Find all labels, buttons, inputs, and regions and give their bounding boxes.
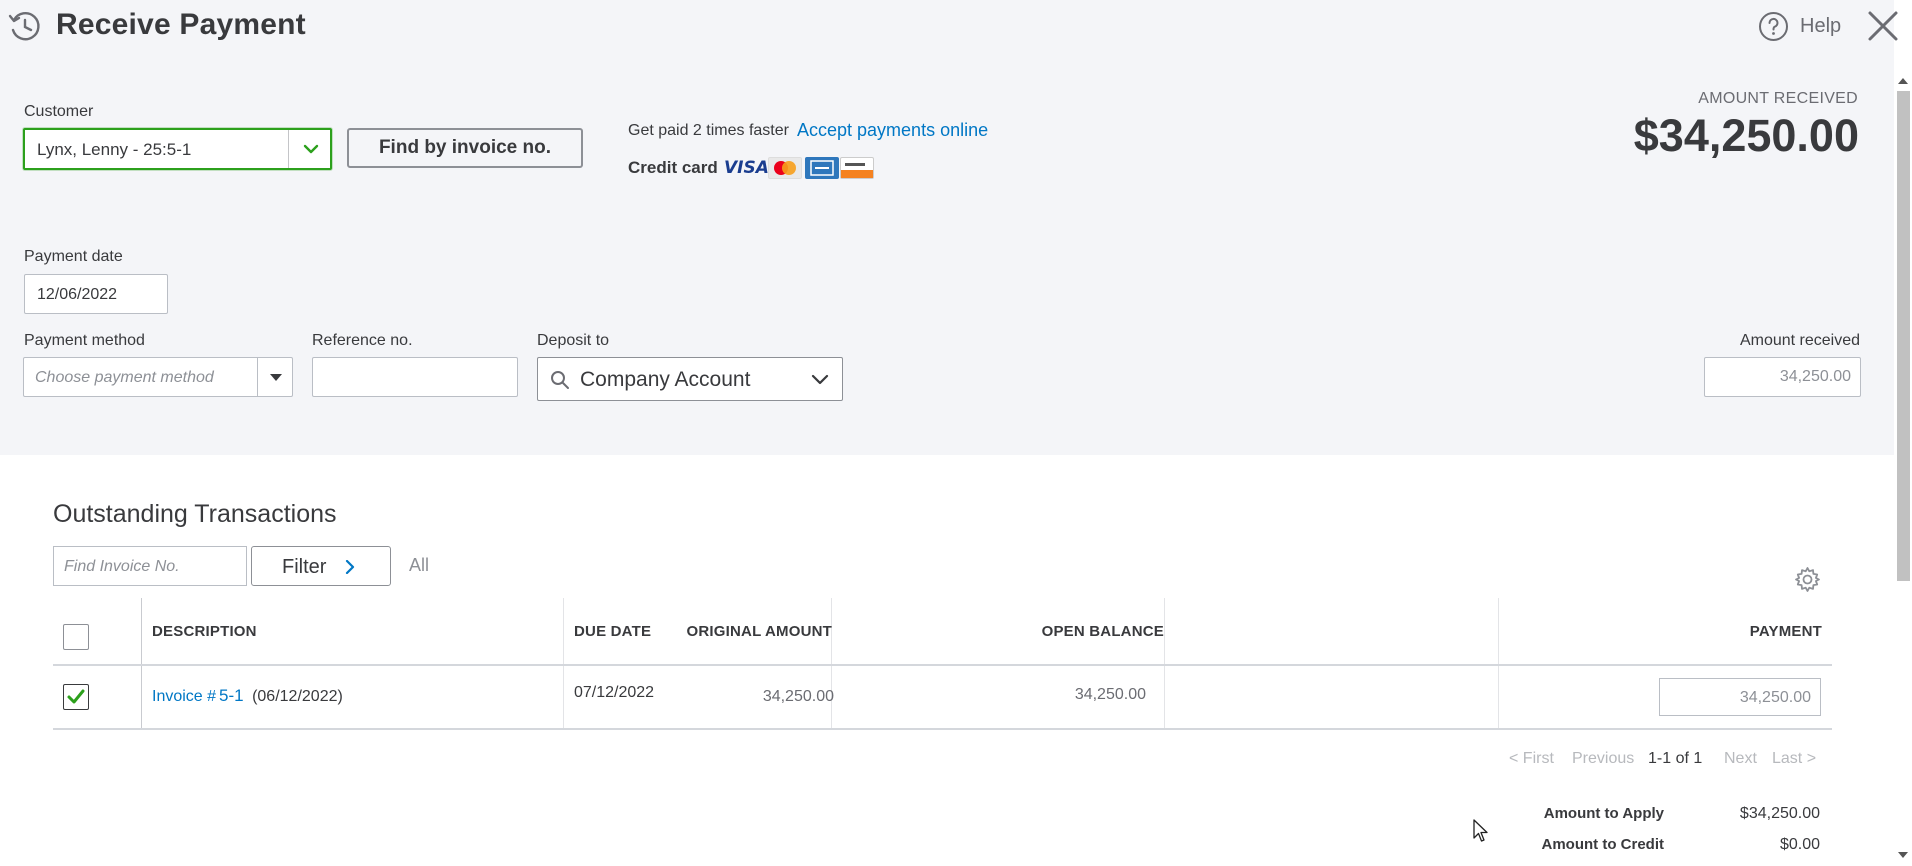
pager-previous[interactable]: Previous	[1572, 750, 1634, 768]
select-all-checkbox[interactable]	[63, 624, 89, 650]
invoice-date: (06/12/2022)	[252, 688, 343, 705]
discover-icon	[840, 157, 874, 179]
amount-received-caption: AMOUNT RECEIVED	[1698, 90, 1858, 107]
close-icon[interactable]	[1866, 9, 1900, 43]
payment-date-label: Payment date	[24, 248, 123, 265]
payment-method-placeholder: Choose payment method	[35, 369, 214, 386]
gear-icon[interactable]	[1794, 566, 1821, 593]
amount-to-apply-value: $34,250.00	[1739, 805, 1820, 822]
mastercard-icon	[768, 157, 802, 179]
row-description: Invoice #5-1 (06/12/2022)	[152, 686, 343, 706]
pager-range: 1-1 of 1	[1648, 750, 1703, 767]
deposit-to-value: Company Account	[580, 368, 751, 391]
column-header-due-date[interactable]: DUE DATE	[574, 623, 651, 640]
payment-date-value: 12/06/2022	[37, 286, 118, 303]
question-circle-icon[interactable]	[1758, 11, 1789, 42]
header-divider	[53, 664, 1832, 666]
row-original-amount: 34,250.00	[762, 688, 834, 705]
search-icon	[551, 371, 569, 389]
amount-received-total: $34,250.00	[1633, 110, 1859, 161]
caret-down-icon[interactable]	[270, 374, 282, 381]
checkmark-icon	[67, 689, 85, 704]
row-payment-value: 34,250.00	[1739, 689, 1811, 706]
pager-last[interactable]: Last >	[1772, 750, 1816, 768]
combo-divider	[257, 358, 258, 396]
deposit-to-select[interactable]: Company Account	[537, 357, 843, 401]
mouse-pointer-icon	[1473, 819, 1488, 842]
outstanding-transactions-title: Outstanding Transactions	[53, 500, 337, 528]
reference-no-field[interactable]	[312, 357, 518, 397]
customer-select[interactable]: Lynx, Lenny - 25:5-1	[23, 128, 332, 170]
table-bottom-border	[53, 728, 1832, 730]
pager-first[interactable]: < First	[1509, 750, 1554, 768]
filter-all-label: All	[409, 555, 430, 575]
customer-label: Customer	[24, 103, 94, 120]
scroll-thumb[interactable]	[1897, 91, 1910, 581]
accept-payments-online-link[interactable]: Accept payments online	[797, 120, 988, 141]
reference-label: Reference no.	[312, 332, 413, 349]
payment-date-field[interactable]: 12/06/2022	[24, 274, 168, 314]
row-due-date: 07/12/2022	[574, 684, 655, 701]
get-paid-text: Get paid 2 times faster	[628, 122, 789, 139]
amex-icon	[805, 157, 839, 179]
scroll-up-arrow-icon[interactable]	[1898, 78, 1908, 84]
column-header-description[interactable]: DESCRIPTION	[152, 623, 257, 640]
amount-to-credit-value: $0.00	[1779, 836, 1820, 853]
outstanding-transactions-table: DESCRIPTION DUE DATE ORIGINAL AMOUNT OPE…	[53, 598, 1832, 730]
invoice-link[interactable]: Invoice #5-1	[152, 686, 244, 705]
filter-label: Filter	[282, 556, 327, 578]
chevron-right-icon	[345, 560, 355, 574]
filter-button[interactable]: Filter	[251, 546, 391, 586]
amount-received-value: 34,250.00	[1779, 368, 1851, 385]
payment-method-label: Payment method	[24, 332, 145, 349]
history-clock-icon[interactable]	[8, 10, 42, 44]
combo-divider	[288, 130, 289, 168]
payment-method-select[interactable]: Choose payment method	[23, 357, 293, 397]
column-header-open-balance[interactable]: OPEN BALANCE	[1042, 623, 1164, 640]
amount-received-label: Amount received	[1739, 332, 1860, 349]
find-invoice-placeholder: Find Invoice No.	[64, 558, 180, 575]
credit-card-label: Credit card	[628, 158, 718, 177]
row-checkbox[interactable]	[63, 684, 89, 710]
find-invoice-input[interactable]: Find Invoice No.	[53, 546, 247, 586]
amount-to-apply-label: Amount to Apply	[1543, 805, 1664, 822]
deposit-to-label: Deposit to	[537, 332, 610, 349]
page-title: Receive Payment	[56, 8, 306, 41]
find-by-invoice-button[interactable]: Find by invoice no.	[347, 128, 583, 168]
row-open-balance: 34,250.00	[1074, 686, 1146, 703]
column-header-original-amount[interactable]: ORIGINAL AMOUNT	[687, 623, 833, 640]
column-header-payment[interactable]: PAYMENT	[1750, 623, 1822, 640]
pager-next[interactable]: Next	[1724, 750, 1757, 768]
scroll-down-arrow-icon[interactable]	[1898, 852, 1908, 858]
chevron-down-icon[interactable]	[810, 372, 830, 388]
vertical-scrollbar[interactable]	[1894, 72, 1912, 866]
help-link[interactable]: Help	[1800, 15, 1841, 38]
visa-icon: VISA	[724, 158, 769, 178]
amount-to-credit-label: Amount to Credit	[1541, 836, 1664, 853]
customer-value: Lynx, Lenny - 25:5-1	[37, 140, 192, 159]
amount-received-field[interactable]: 34,250.00	[1704, 357, 1861, 397]
chevron-down-icon[interactable]	[302, 141, 320, 157]
row-payment-input[interactable]: 34,250.00	[1659, 678, 1821, 716]
